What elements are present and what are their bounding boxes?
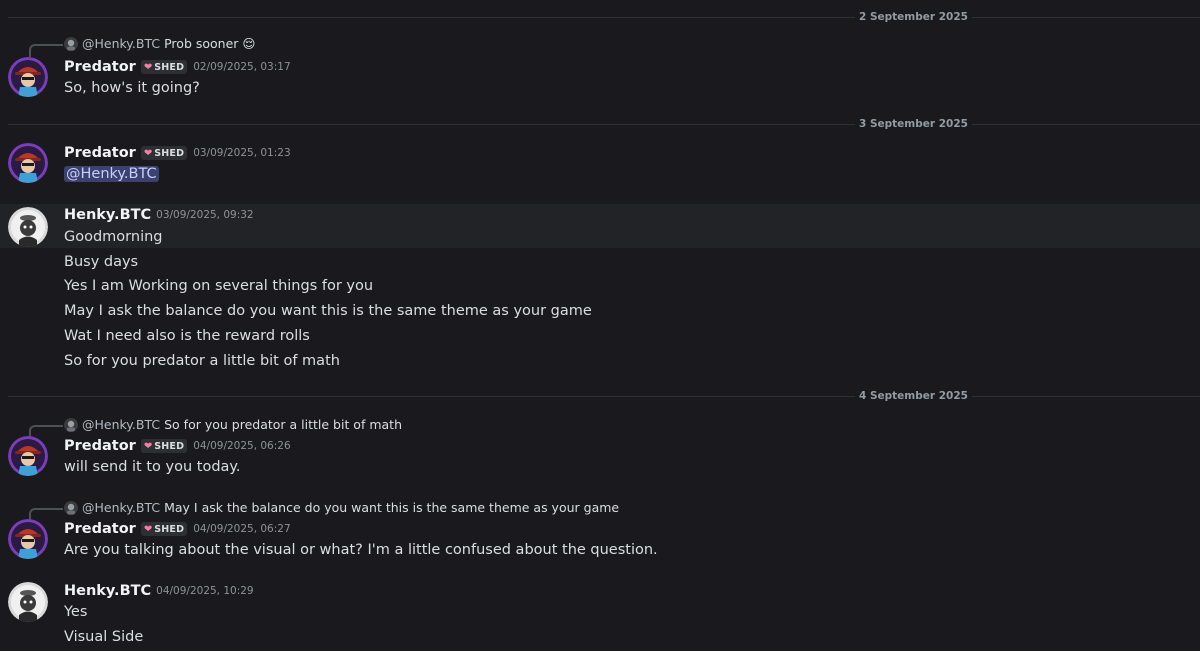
server-tag-label: SHED bbox=[154, 147, 185, 159]
reply-preview[interactable]: @Henky.BTC May I ask the balance do you … bbox=[64, 500, 619, 515]
username[interactable]: Predator bbox=[64, 145, 136, 161]
message-header: Predator ❤ SHED 03/09/2025, 01:23 bbox=[64, 145, 291, 161]
message-text: So for you predator a little bit of math bbox=[64, 353, 340, 369]
avatar[interactable] bbox=[8, 436, 48, 476]
reply-preview[interactable]: @Henky.BTC Prob sooner 😌 bbox=[64, 36, 255, 51]
message-text: Visual Side bbox=[64, 629, 144, 645]
username[interactable]: Predator bbox=[64, 59, 136, 75]
message-text: Wat I need also is the reward rolls bbox=[64, 328, 310, 344]
timestamp[interactable]: 04/09/2025, 06:27 bbox=[193, 523, 290, 535]
reply-text[interactable]: Prob sooner 😌 bbox=[164, 36, 255, 51]
reply-preview[interactable]: @Henky.BTC So for you predator a little … bbox=[64, 417, 402, 432]
message-header: Predator ❤ SHED 02/09/2025, 03:17 bbox=[64, 59, 291, 75]
reply-avatar-icon bbox=[64, 500, 78, 515]
message-header: Predator ❤ SHED 04/09/2025, 06:26 bbox=[64, 438, 291, 454]
username[interactable]: Predator bbox=[64, 438, 136, 454]
server-tag-badge[interactable]: ❤ SHED bbox=[140, 146, 188, 160]
avatar[interactable] bbox=[8, 143, 48, 183]
message-text: May I ask the balance do you want this i… bbox=[64, 303, 592, 319]
message-text: @Henky.BTC bbox=[64, 165, 159, 183]
reply-text[interactable]: May I ask the balance do you want this i… bbox=[164, 500, 619, 515]
reply-text[interactable]: So for you predator a little bit of math bbox=[164, 417, 402, 432]
timestamp[interactable]: 03/09/2025, 09:32 bbox=[156, 209, 253, 221]
server-tag-badge[interactable]: ❤ SHED bbox=[140, 439, 188, 453]
date-divider-label: 2 September 2025 bbox=[855, 10, 972, 24]
date-divider bbox=[8, 17, 1200, 18]
reply-spine bbox=[29, 44, 63, 57]
heart-icon: ❤ bbox=[143, 523, 153, 535]
date-divider bbox=[8, 396, 1200, 397]
avatar[interactable] bbox=[8, 57, 48, 97]
heart-icon: ❤ bbox=[143, 61, 153, 73]
server-tag-badge[interactable]: ❤ SHED bbox=[140, 60, 188, 74]
message-header: Predator ❤ SHED 04/09/2025, 06:27 bbox=[64, 521, 291, 537]
reply-username[interactable]: @Henky.BTC bbox=[82, 36, 160, 51]
timestamp[interactable]: 03/09/2025, 01:23 bbox=[193, 147, 290, 159]
message-text: Busy days bbox=[64, 254, 139, 270]
reply-username[interactable]: @Henky.BTC bbox=[82, 500, 160, 515]
date-divider-label: 4 September 2025 bbox=[855, 389, 972, 403]
avatar[interactable] bbox=[8, 582, 48, 622]
avatar[interactable] bbox=[8, 207, 48, 247]
message-text: Are you talking about the visual or what… bbox=[64, 542, 658, 558]
server-tag-badge[interactable]: ❤ SHED bbox=[140, 522, 188, 536]
message-text: So, how's it going? bbox=[64, 80, 200, 96]
date-divider bbox=[8, 124, 1200, 125]
message-text: Yes bbox=[64, 604, 88, 620]
message-text: will send it to you today. bbox=[64, 459, 241, 475]
reply-avatar-icon bbox=[64, 417, 78, 432]
reply-avatar-icon bbox=[64, 36, 78, 51]
timestamp[interactable]: 04/09/2025, 10:29 bbox=[156, 585, 253, 597]
reply-username[interactable]: @Henky.BTC bbox=[82, 417, 160, 432]
message-text: Yes I am Working on several things for y… bbox=[64, 278, 374, 294]
message-text: Goodmorning bbox=[64, 229, 163, 245]
heart-icon: ❤ bbox=[143, 147, 153, 159]
message-header: Henky.BTC 03/09/2025, 09:32 bbox=[64, 207, 254, 223]
heart-icon: ❤ bbox=[143, 440, 153, 452]
server-tag-label: SHED bbox=[154, 523, 185, 535]
server-tag-label: SHED bbox=[154, 440, 185, 452]
user-mention[interactable]: @Henky.BTC bbox=[64, 166, 159, 182]
username[interactable]: Henky.BTC bbox=[64, 583, 151, 599]
timestamp[interactable]: 02/09/2025, 03:17 bbox=[193, 61, 290, 73]
timestamp[interactable]: 04/09/2025, 06:26 bbox=[193, 440, 290, 452]
username[interactable]: Henky.BTC bbox=[64, 207, 151, 223]
avatar[interactable] bbox=[8, 519, 48, 559]
message-header: Henky.BTC 04/09/2025, 10:29 bbox=[64, 583, 254, 599]
date-divider-label: 3 September 2025 bbox=[855, 117, 972, 131]
username[interactable]: Predator bbox=[64, 521, 136, 537]
server-tag-label: SHED bbox=[154, 61, 185, 73]
